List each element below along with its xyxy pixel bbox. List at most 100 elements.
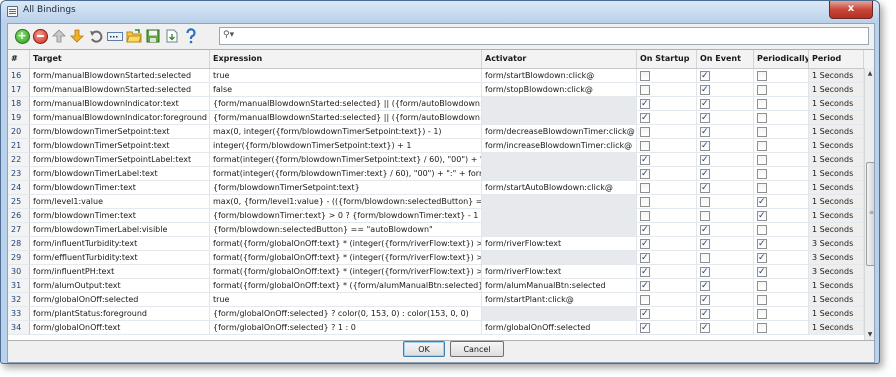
column-header-target[interactable]: Target — [30, 50, 210, 68]
periodically-checkbox[interactable] — [757, 183, 767, 193]
on-startup-checkbox[interactable] — [640, 321, 650, 334]
period-cell[interactable]: 1 Seconds — [809, 293, 864, 307]
periodically-checkbox[interactable] — [757, 141, 767, 151]
table-row[interactable]: 29 form/effluentTurbidity:text format({for… — [8, 251, 864, 265]
periodically-checkbox[interactable] — [757, 99, 767, 109]
periodically-checkbox[interactable] — [757, 225, 767, 235]
target-cell[interactable]: form/blowdownTimer:text — [30, 181, 210, 195]
column-header-on-event[interactable]: On Event — [697, 50, 754, 68]
table-row[interactable]: 24 form/blowdownTimer:text {form/blowdownT… — [8, 181, 864, 195]
expression-cell[interactable]: {form/globalOnOff:selected} ? color(0, 1… — [210, 307, 482, 321]
activator-cell[interactable]: form/increaseBlowdownTimer:click@ — [482, 139, 637, 153]
period-cell[interactable]: 1 Seconds — [809, 69, 864, 83]
table-row[interactable]: 22 form/blowdownTimerSetpointLabel:text fo… — [8, 153, 864, 167]
expression-cell[interactable]: true — [210, 69, 482, 83]
expression-cell[interactable]: format({form/globalOnOff:text} * (intege… — [210, 237, 482, 251]
on-event-checkbox[interactable] — [700, 265, 710, 278]
table-row[interactable]: 19 form/manualBlowdownIndicator:foregroun… — [8, 111, 864, 125]
periodically-checkbox[interactable] — [757, 323, 767, 333]
on-event-checkbox[interactable] — [700, 223, 710, 236]
table-row[interactable]: 20 form/blowdownTimerSetpoint:text max(0, … — [8, 125, 864, 139]
row-number[interactable]: 21 — [8, 139, 30, 153]
expression-cell[interactable]: format(integer({form/blowdownTimerSetpoi… — [210, 153, 482, 167]
expression-cell[interactable]: {form/manualBlowdownStarted:selected} ||… — [210, 111, 482, 125]
table-row[interactable]: 32 form/globalOnOff:selected true form/star… — [8, 293, 864, 307]
on-event-checkbox[interactable] — [700, 181, 710, 194]
on-event-checkbox[interactable] — [700, 97, 710, 110]
activator-cell[interactable]: form/globalOnOff:selected — [482, 321, 637, 335]
period-cell[interactable]: 1 Seconds — [809, 125, 864, 139]
expression-cell[interactable]: format(integer({form/blowdownTimer:text}… — [210, 167, 482, 181]
on-startup-checkbox[interactable] — [640, 183, 650, 193]
period-cell[interactable]: 1 Seconds — [809, 139, 864, 153]
scroll-up-icon[interactable]: ▲ — [865, 68, 874, 79]
undo-button[interactable] — [88, 28, 104, 44]
activator-cell[interactable]: form/startBlowdown:click@ — [482, 69, 637, 83]
cancel-button[interactable]: Cancel — [450, 341, 504, 357]
on-startup-checkbox[interactable] — [640, 71, 650, 81]
period-cell[interactable]: 3 Seconds — [809, 237, 864, 251]
expression-cell[interactable]: max(0, integer({form/blowdownTimerSetpoi… — [210, 125, 482, 139]
target-cell[interactable]: form/blowdownTimerSetpoint:text — [30, 139, 210, 153]
on-startup-checkbox[interactable] — [640, 153, 650, 166]
table-row[interactable]: 33 form/plantStatus:foreground {form/globa… — [8, 307, 864, 321]
periodically-checkbox[interactable] — [757, 85, 767, 95]
column-header-periodically[interactable]: Periodically — [754, 50, 809, 68]
row-number[interactable]: 22 — [8, 153, 30, 167]
target-cell[interactable]: form/globalOnOff:text — [30, 321, 210, 335]
table-row[interactable]: 31 form/alumOutput:text format({form/globa… — [8, 279, 864, 293]
period-cell[interactable]: 1 Seconds — [809, 153, 864, 167]
on-startup-checkbox[interactable] — [640, 295, 650, 305]
title-bar[interactable]: All Bindings x — [1, 1, 879, 21]
activator-cell[interactable]: form/alumManualBtn:selected — [482, 279, 637, 293]
on-event-checkbox[interactable] — [700, 279, 710, 292]
activator-cell[interactable] — [482, 251, 637, 265]
target-cell[interactable]: form/blowdownTimer:text — [30, 209, 210, 223]
target-cell[interactable]: form/effluentTurbidity:text — [30, 251, 210, 265]
target-cell[interactable]: form/influentPH:text — [30, 265, 210, 279]
column-header-activator[interactable]: Activator — [482, 50, 637, 68]
table-row[interactable]: 16 form/manualBlowdownStarted:selected tru… — [8, 69, 864, 83]
expression-cell[interactable]: integer({form/blowdownTimerSetpoint:text… — [210, 139, 482, 153]
table-row[interactable]: 17 form/manualBlowdownStarted:selected fal… — [8, 83, 864, 97]
move-up-button[interactable] — [51, 28, 67, 44]
row-number[interactable]: 20 — [8, 125, 30, 139]
target-cell[interactable]: form/manualBlowdownIndicator:foreground — [30, 111, 210, 125]
row-number[interactable]: 26 — [8, 209, 30, 223]
target-cell[interactable]: form/influentTurbidity:text — [30, 237, 210, 251]
period-cell[interactable]: 1 Seconds — [809, 97, 864, 111]
on-startup-checkbox[interactable] — [640, 265, 650, 278]
period-cell[interactable]: 1 Seconds — [809, 279, 864, 293]
scroll-thumb[interactable]: ≡ — [866, 162, 874, 266]
table-row[interactable]: 27 form/blowdownTimerLabel:visible {form/b… — [8, 223, 864, 237]
scroll-down-icon[interactable]: ▼ — [865, 329, 874, 340]
on-startup-checkbox[interactable] — [640, 141, 650, 151]
activator-cell[interactable] — [482, 167, 637, 181]
row-number[interactable]: 25 — [8, 195, 30, 209]
target-cell[interactable]: form/manualBlowdownStarted:selected — [30, 83, 210, 97]
periodically-checkbox[interactable] — [757, 251, 767, 264]
periodically-checkbox[interactable] — [757, 169, 767, 179]
period-cell[interactable]: 1 Seconds — [809, 111, 864, 125]
expression-cell[interactable]: {form/blowdown:selectedButton} == "autoB… — [210, 223, 482, 237]
activator-cell[interactable]: form/riverFlow:text — [482, 237, 637, 251]
on-event-checkbox[interactable] — [700, 111, 710, 124]
column-header-period[interactable]: Period — [809, 50, 864, 68]
periodically-checkbox[interactable] — [757, 237, 767, 250]
row-number[interactable]: 17 — [8, 83, 30, 97]
period-cell[interactable]: 1 Seconds — [809, 223, 864, 237]
row-number[interactable]: 19 — [8, 111, 30, 125]
expression-cell[interactable]: {form/manualBlowdownStarted:selected} ||… — [210, 97, 482, 111]
periodically-checkbox[interactable] — [757, 281, 767, 291]
on-startup-checkbox[interactable] — [640, 97, 650, 110]
on-startup-checkbox[interactable] — [640, 279, 650, 292]
activator-cell[interactable]: form/riverFlow:text — [482, 265, 637, 279]
activator-cell[interactable]: form/decreaseBlowdownTimer:click@ — [482, 125, 637, 139]
remove-binding-button[interactable] — [32, 28, 48, 44]
activator-cell[interactable]: form/startPlant:click@ — [482, 293, 637, 307]
vertical-scrollbar[interactable]: ▲ ≡ ▼ — [864, 68, 874, 340]
period-cell[interactable]: 1 Seconds — [809, 195, 864, 209]
target-cell[interactable]: form/alumOutput:text — [30, 279, 210, 293]
table-row[interactable]: 21 form/blowdownTimerSetpoint:text integer… — [8, 139, 864, 153]
expression-cell[interactable]: max(0, {form/level1:value} - (({form/blo… — [210, 195, 482, 209]
